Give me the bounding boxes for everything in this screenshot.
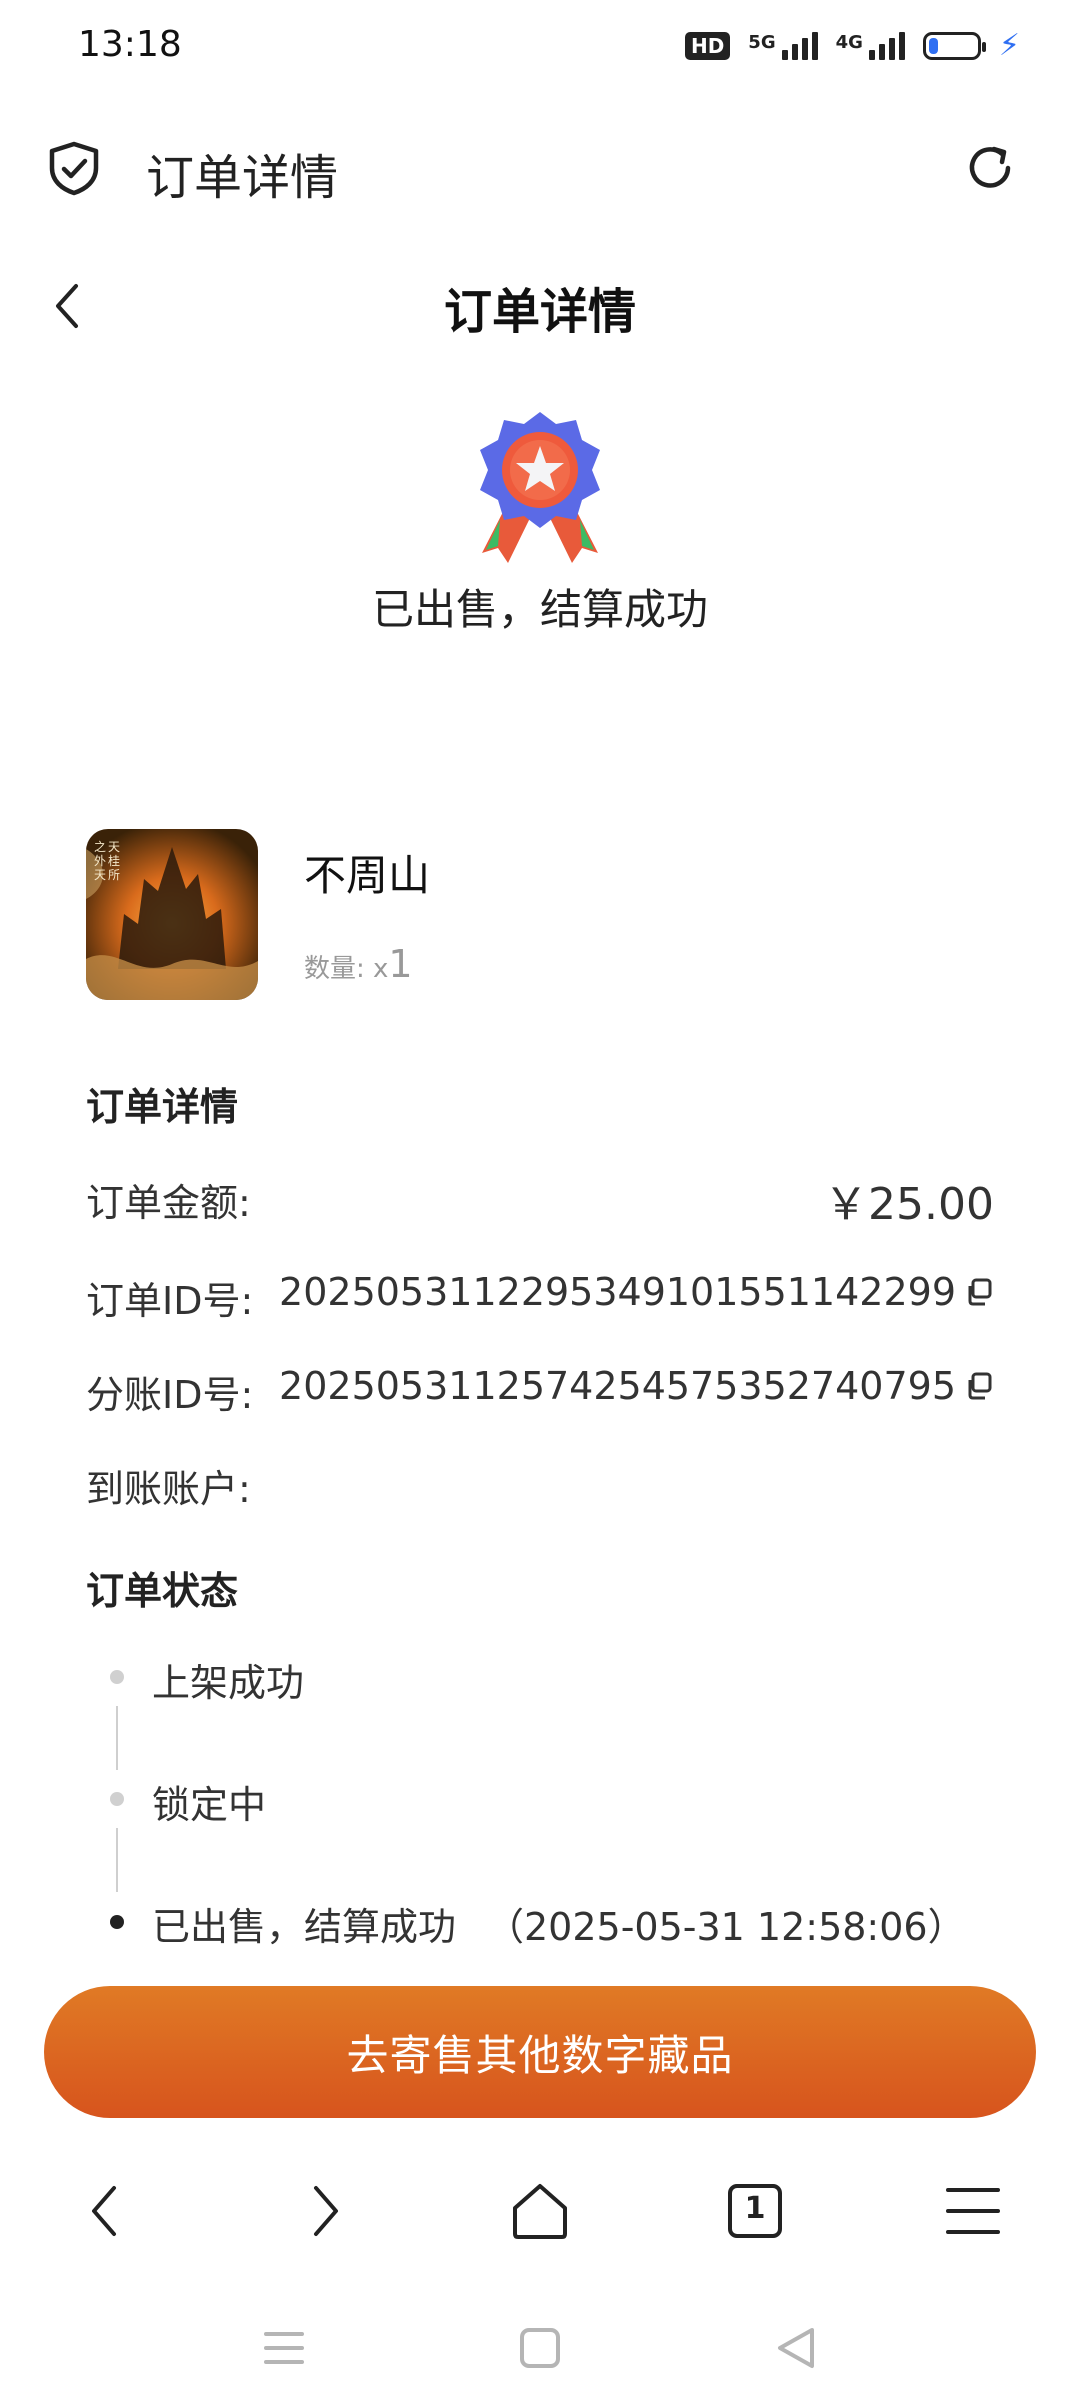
recents-icon[interactable] — [254, 2318, 314, 2378]
svg-text:天: 天 — [94, 868, 106, 882]
timeline-step-3: 已出售，结算成功 — [152, 1905, 457, 1949]
svg-text:天: 天 — [108, 840, 120, 854]
timeline-line — [116, 1828, 118, 1892]
timeline-dot-active — [110, 1915, 124, 1929]
home-square-icon[interactable] — [510, 2318, 570, 2378]
copy-icon[interactable] — [964, 1371, 994, 1401]
timeline-line — [116, 1706, 118, 1770]
split-id-label: 分账ID号: — [86, 1373, 254, 1417]
status-icons: HD 5G 4G ⚡ — [684, 28, 1020, 63]
account-label: 到账账户: — [86, 1467, 251, 1511]
svg-text:外: 外 — [94, 854, 106, 868]
amount-label: 订单金额: — [86, 1181, 251, 1225]
signal-4g-icon: 4G — [836, 31, 905, 60]
hd-badge: HD — [684, 31, 731, 60]
order-id-label: 订单ID号: — [86, 1279, 254, 1323]
order-id-row: 2025053112295349101551142299 — [279, 1270, 994, 1314]
forward-icon[interactable] — [288, 2176, 358, 2246]
timeline-step-3-time: （2025-05-31 12:58:06） — [486, 1905, 966, 1949]
qty-prefix: x — [373, 954, 389, 984]
status-section-title: 订单状态 — [86, 1569, 239, 1613]
timeline-step-1: 上架成功 — [152, 1661, 305, 1705]
svg-text:所: 所 — [108, 868, 120, 882]
tabs-icon[interactable]: 1 — [720, 2176, 790, 2246]
timeline-dot — [110, 1670, 124, 1684]
shield-check-icon[interactable] — [44, 138, 104, 198]
page-title: 订单详情 — [443, 284, 636, 340]
order-id-value: 2025053112295349101551142299 — [279, 1270, 956, 1314]
home-icon[interactable] — [505, 2176, 575, 2246]
split-id-value: 2025053112574254575352740795 — [279, 1364, 956, 1408]
qty-label: 数量: — [304, 954, 365, 984]
qty-value: 1 — [388, 942, 413, 986]
copy-icon[interactable] — [964, 1277, 994, 1307]
medal-star-icon — [480, 412, 600, 563]
browser-title: 订单详情 — [146, 150, 339, 206]
details-section-title: 订单详情 — [86, 1085, 239, 1129]
tab-count: 1 — [744, 2191, 766, 2226]
amount-value: ￥25.00 — [824, 1179, 994, 1230]
consign-other-button[interactable]: 去寄售其他数字藏品 — [44, 1986, 1036, 2118]
product-quantity: 数量: x1 — [304, 942, 413, 986]
bolt-icon: ⚡ — [998, 28, 1020, 63]
product-image: 天桂所 之外天 — [86, 829, 258, 1000]
sale-status-text: 已出售，结算成功 — [371, 585, 708, 634]
status-time: 13:18 — [78, 24, 182, 65]
product-name: 不周山 — [304, 851, 431, 900]
svg-text:之: 之 — [94, 840, 106, 854]
back-icon[interactable] — [72, 2176, 142, 2246]
menu-icon[interactable] — [938, 2176, 1008, 2246]
refresh-icon[interactable] — [960, 138, 1020, 198]
timeline-dot — [110, 1792, 124, 1806]
timeline-step-2: 锁定中 — [152, 1783, 267, 1827]
signal-5g-icon: 5G — [748, 31, 818, 60]
svg-text:桂: 桂 — [108, 853, 120, 868]
battery-icon — [922, 31, 986, 60]
back-triangle-icon[interactable] — [766, 2318, 826, 2378]
split-id-row: 2025053112574254575352740795 — [279, 1364, 994, 1408]
